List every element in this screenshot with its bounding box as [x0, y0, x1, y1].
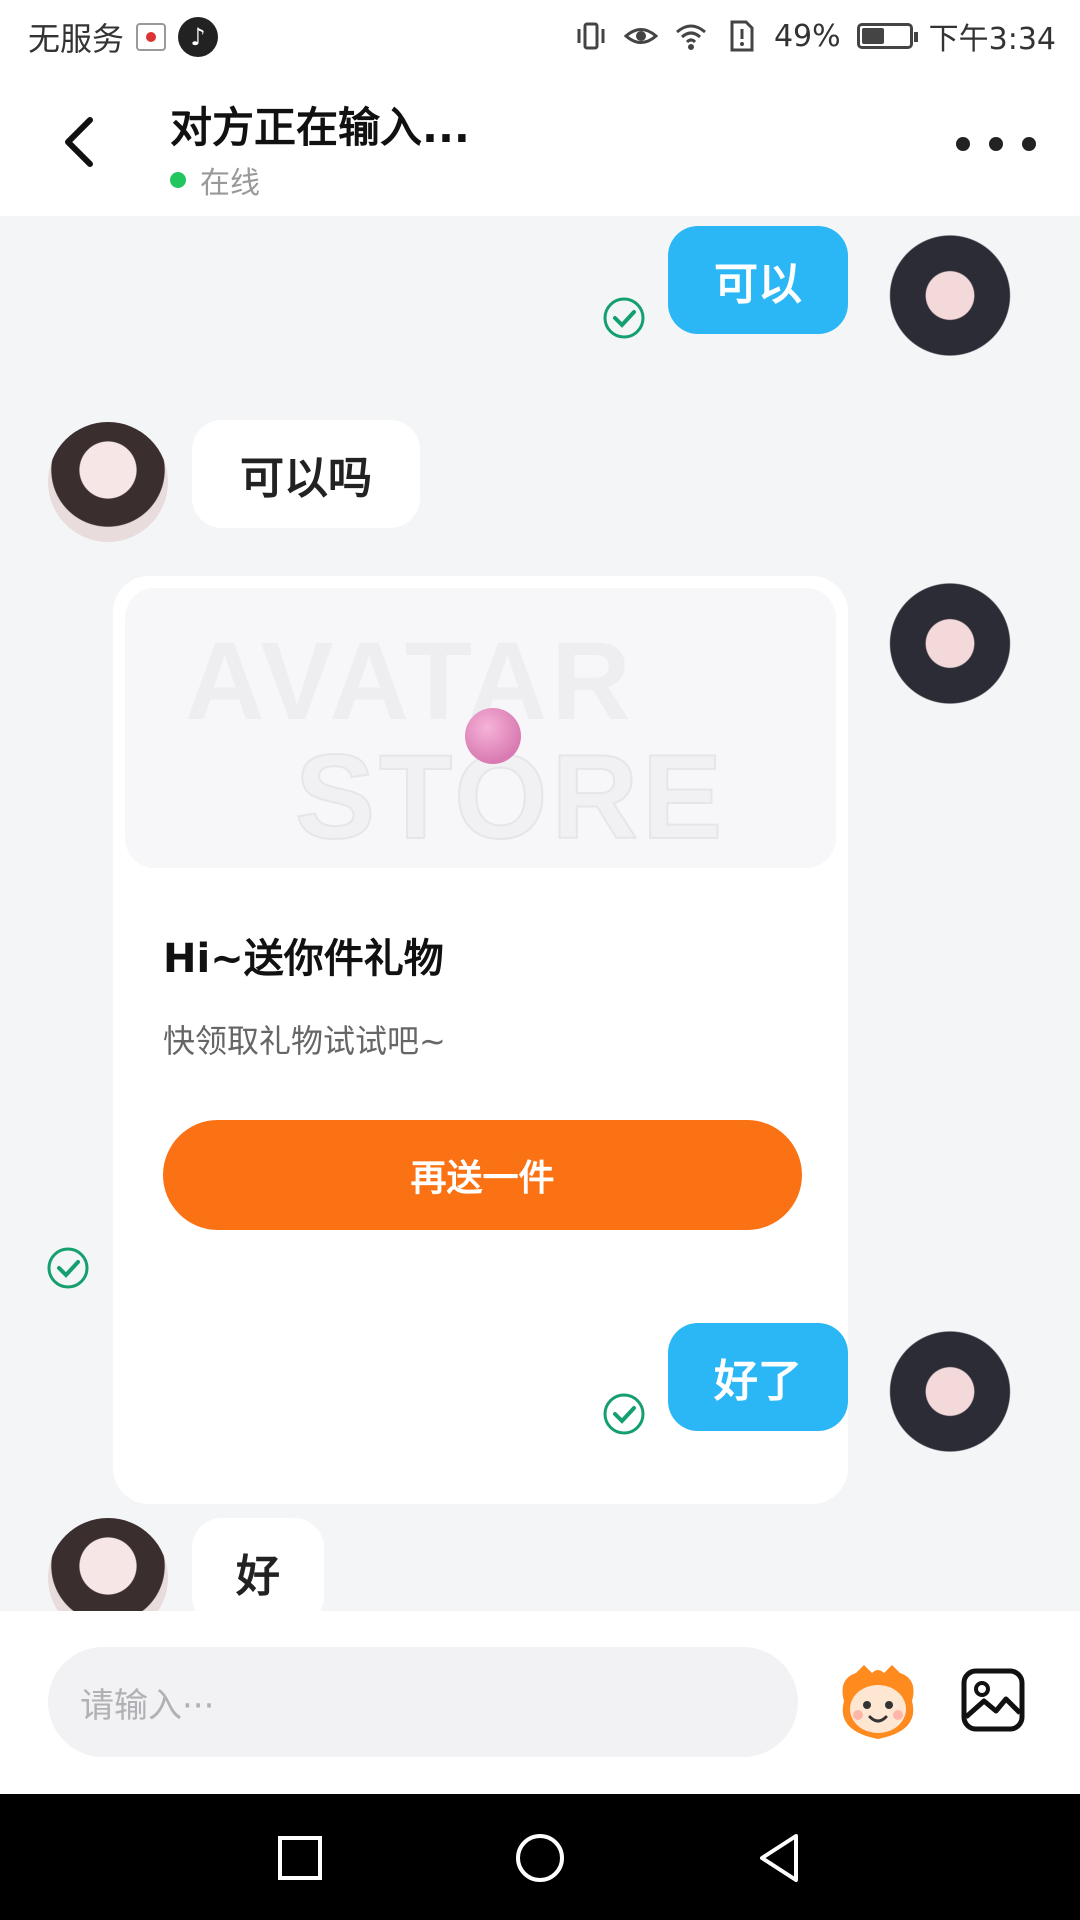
battery-icon: [856, 23, 918, 49]
online-status: 在线: [170, 158, 260, 202]
notification-icon: [136, 23, 167, 51]
vibrate-icon: [577, 22, 605, 50]
clock: 下午3:34: [928, 22, 1056, 57]
status-right: 49% 下午3:34: [574, 14, 1056, 58]
sim-alert-icon: [730, 20, 754, 52]
chat-header: 对方正在输入... 在线: [0, 72, 1080, 216]
contact-avatar[interactable]: [48, 1518, 168, 1611]
read-check-icon: [603, 1393, 645, 1435]
circle-icon[interactable]: [512, 1830, 568, 1886]
back-arrow-icon[interactable]: [50, 110, 114, 174]
read-check-icon: [47, 1247, 89, 1289]
message-bubble-out[interactable]: 好了: [668, 1323, 848, 1431]
square-icon[interactable]: [272, 1830, 328, 1886]
online-label: 在线: [200, 166, 260, 201]
message-bubble-in[interactable]: 可以吗: [192, 420, 420, 528]
status-left: 无服务 ♪: [28, 14, 219, 60]
battery-percent: 49%: [773, 18, 841, 54]
emoji-face-icon[interactable]: [834, 1661, 922, 1743]
tiktok-icon: ♪: [178, 17, 219, 57]
wifi-icon: [675, 24, 706, 50]
online-dot-icon: [170, 172, 186, 188]
image-icon[interactable]: [960, 1667, 1026, 1733]
contact-avatar[interactable]: [48, 422, 168, 542]
more-dots-icon[interactable]: [956, 124, 1036, 164]
gift-ball-icon: [465, 708, 521, 764]
message-bubble-out[interactable]: 可以: [668, 226, 848, 334]
battery-fill: [861, 28, 885, 44]
my-avatar[interactable]: [880, 576, 1020, 726]
send-another-gift-button[interactable]: 再送一件: [163, 1120, 802, 1230]
message-input[interactable]: 请输入···: [48, 1647, 798, 1757]
my-avatar[interactable]: [880, 1324, 1020, 1474]
input-bar: 请输入···: [0, 1611, 1080, 1794]
read-check-icon: [603, 297, 645, 339]
triangle-back-icon[interactable]: [752, 1830, 808, 1886]
status-bar: 无服务 ♪ 49% 下午3:34: [0, 0, 1080, 72]
gift-title: Hi~送你件礼物: [163, 936, 444, 982]
message-bubble-in[interactable]: 好: [192, 1518, 324, 1611]
carrier-text: 无服务: [28, 20, 125, 58]
watermark-line1: AVATAR: [185, 620, 635, 743]
gift-subtitle: 快领取礼物试试吧~: [163, 1022, 446, 1060]
eye-icon: [623, 28, 658, 44]
message-list[interactable]: 可以 可以吗 AVATAR STORE Hi~送你件礼物 快领取礼物试试吧~ 再…: [0, 216, 1080, 1611]
my-avatar[interactable]: [880, 228, 1020, 378]
system-nav-bar: [0, 1794, 1080, 1920]
chat-title: 对方正在输入...: [170, 103, 470, 152]
gift-image: AVATAR STORE: [125, 588, 836, 868]
